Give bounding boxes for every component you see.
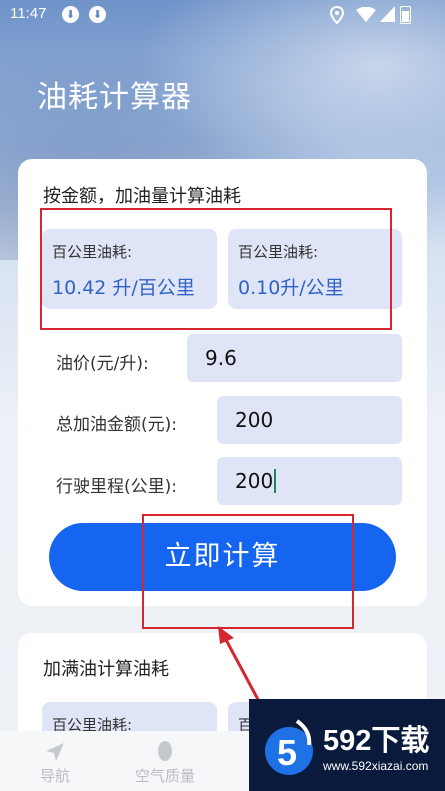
total-amount-input[interactable]: 200 xyxy=(217,396,402,444)
navigation-arrow-icon xyxy=(46,743,64,761)
app-title: 油耗计算器 xyxy=(37,80,192,115)
svg-text:5: 5 xyxy=(277,732,297,773)
tab-label: 空气质量 xyxy=(134,767,195,785)
highlight-result-box xyxy=(40,208,392,330)
distance-value: 200 xyxy=(235,469,274,493)
watermark-brand: 592下载 xyxy=(323,725,430,757)
card-title: 按金额，加油量计算油耗 xyxy=(43,186,241,207)
distance-label: 行驶里程(公里): xyxy=(56,477,177,497)
battery-icon xyxy=(400,6,411,24)
watermark-url: www.592xiazai.com xyxy=(323,759,429,773)
fuel-price-input[interactable]: 9.6 xyxy=(187,334,402,382)
fuel-price-value: 9.6 xyxy=(205,346,237,370)
status-time: 11:47 xyxy=(10,5,47,22)
watermark-logo: 5 592下载 www.592xiazai.com xyxy=(249,699,445,791)
signal-icon xyxy=(380,6,395,22)
tab-label: 导航 xyxy=(39,767,70,785)
tab-air-quality[interactable]: 空气质量 xyxy=(110,731,220,786)
highlight-button-box xyxy=(142,514,354,629)
wifi-icon xyxy=(356,7,376,22)
distance-input[interactable]: 200 xyxy=(217,457,402,505)
status-bar: 11:47 ⬇ ⬇ xyxy=(0,0,445,30)
card-title: 加满油计算油耗 xyxy=(43,659,169,680)
tab-navigation[interactable]: 导航 xyxy=(0,731,110,786)
592-logo-icon: 5 xyxy=(265,719,313,775)
total-amount-label: 总加油金额(元): xyxy=(56,415,177,435)
text-caret xyxy=(274,469,277,493)
fuel-price-label: 油价(元/升): xyxy=(56,354,149,374)
location-icon xyxy=(330,6,344,24)
leaf-icon xyxy=(158,741,172,761)
download-icon: ⬇ xyxy=(89,6,106,23)
total-amount-value: 200 xyxy=(235,408,274,432)
download-icon: ⬇ xyxy=(62,6,79,23)
